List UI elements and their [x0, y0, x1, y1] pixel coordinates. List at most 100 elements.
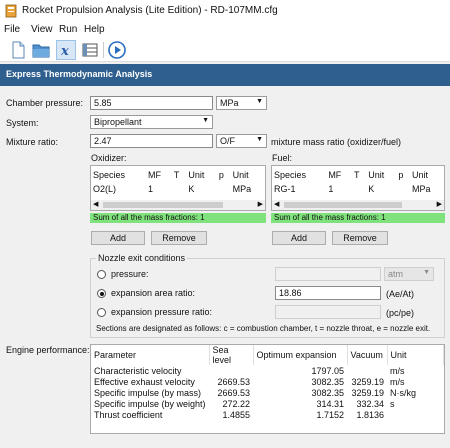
system-select[interactable]: Bipropellant ▼: [90, 115, 213, 129]
formula-icon[interactable]: x: [56, 40, 76, 60]
cell-unit: K: [188, 184, 195, 194]
column-header: p: [218, 170, 224, 180]
cell-unit: N·s/kg: [390, 387, 417, 398]
cell-unit: m/s: [390, 365, 405, 376]
exit-pressure-input[interactable]: [275, 267, 381, 281]
window-title: Rocket Propulsion Analysis (Lite Edition…: [22, 5, 278, 16]
cell-parameter: Characteristic velocity: [94, 365, 182, 376]
cell-sea-level: [209, 365, 253, 376]
cell-vacuum: [347, 365, 387, 376]
cell-t: [172, 182, 186, 196]
table-row[interactable]: Effective exhaust velocity 2669.53 3082.…: [91, 376, 444, 387]
cell-unit: [387, 409, 444, 420]
cell-species: O2(L): [93, 184, 117, 194]
nozzle-title: Nozzle exit conditions: [96, 253, 188, 263]
pressure-radio[interactable]: [97, 270, 106, 279]
mixture-unit-select[interactable]: O/F ▼: [216, 134, 267, 148]
fuel-add-button[interactable]: Add: [272, 231, 326, 245]
column-header: Vacuum: [347, 345, 388, 365]
pressure-unit-select[interactable]: MPa ▼: [216, 96, 267, 110]
mixture-description: mixture mass ratio (oxidizer/fuel): [271, 137, 402, 147]
scroll-right-icon[interactable]: ▶: [258, 200, 263, 208]
pressure-ratio-radio[interactable]: [97, 308, 106, 317]
chamber-pressure-label: Chamber pressure:: [6, 98, 84, 108]
column-header: MF: [147, 170, 161, 180]
area-ratio-option-label: expansion area ratio:: [111, 288, 196, 298]
mixture-ratio-input[interactable]: 2.47: [90, 134, 213, 148]
cell-unit: s: [390, 398, 395, 409]
table-row[interactable]: Specific impulse (by mass) 2669.53 3082.…: [91, 387, 444, 398]
table-row[interactable]: Characteristic velocity 1797.05 m/s: [91, 365, 444, 376]
column-header: Unit: [412, 170, 429, 180]
cell-unit: m/s: [390, 376, 405, 387]
area-ratio-input[interactable]: 18.86: [275, 286, 381, 300]
mixture-unit-value: O/F: [220, 136, 235, 146]
toolbar: x: [0, 38, 450, 62]
exit-pressure-unit-select[interactable]: atm ▼: [384, 267, 434, 281]
title-bar: Rocket Propulsion Analysis (Lite Edition…: [0, 0, 450, 22]
cell-optimum: 1.7152: [316, 409, 344, 420]
section-header: Express Thermodynamic Analysis: [0, 64, 450, 86]
table-header-row: Parameter Sea level Optimum expansion Va…: [91, 345, 444, 365]
column-header: Unit: [368, 170, 385, 180]
table-header-row: Species MF T Unit p Unit: [91, 168, 265, 182]
new-file-icon[interactable]: [8, 40, 28, 60]
app-rocket-icon: [5, 4, 17, 18]
cell-vacuum: 3259.19: [351, 376, 384, 387]
scroll-thumb[interactable]: [284, 202, 402, 208]
fuel-table[interactable]: Species MF T Unit p Unit RG-1 1 K MPa ◀ …: [271, 165, 445, 211]
oxidizer-add-button[interactable]: Add: [91, 231, 145, 245]
cell-sea-level: 1.4855: [222, 409, 250, 420]
column-header: Parameter: [91, 345, 210, 365]
table-row[interactable]: RG-1 1 K MPa: [272, 182, 444, 196]
horizontal-scrollbar[interactable]: ◀ ▶: [91, 200, 265, 210]
oxidizer-table[interactable]: Species MF T Unit p Unit O2(L) 1 K MPa ◀…: [90, 165, 266, 211]
oxidizer-status: Sum of all the mass fractions: 1: [90, 213, 266, 223]
menu-run[interactable]: Run: [59, 24, 77, 35]
menu-file[interactable]: File: [4, 24, 20, 35]
pressure-ratio-suffix: (pc/pe): [386, 308, 415, 318]
open-folder-icon[interactable]: [31, 40, 51, 60]
scroll-thumb[interactable]: [103, 202, 223, 208]
scroll-right-icon[interactable]: ▶: [437, 200, 442, 208]
area-ratio-radio[interactable]: [97, 289, 106, 298]
scroll-left-icon[interactable]: ◀: [93, 200, 98, 208]
cell-p: [396, 182, 410, 196]
column-header: Unit: [188, 170, 205, 180]
cell-mf: 1: [147, 184, 153, 194]
cell-parameter: Thrust coefficient: [94, 409, 163, 420]
run-icon[interactable]: [107, 40, 127, 60]
chamber-pressure-input[interactable]: 5.85: [90, 96, 213, 110]
table-header-row: Species MF T Unit p Unit: [272, 168, 444, 182]
cell-mf: 1: [328, 184, 334, 194]
oxidizer-remove-button[interactable]: Remove: [151, 231, 207, 245]
area-ratio-suffix: (Ae/At): [386, 289, 415, 299]
cell-unit: MPa: [232, 184, 252, 194]
chevron-down-icon: ▼: [256, 98, 263, 105]
horizontal-scrollbar[interactable]: ◀ ▶: [272, 200, 444, 210]
pressure-ratio-option-label: expansion pressure ratio:: [111, 307, 213, 317]
fuel-remove-button[interactable]: Remove: [332, 231, 388, 245]
table-icon[interactable]: [80, 40, 100, 60]
fuel-status: Sum of all the mass fractions: 1: [271, 213, 445, 223]
table-row[interactable]: Specific impulse (by weight) 272.22 314.…: [91, 398, 444, 409]
pressure-ratio-input[interactable]: [275, 305, 381, 319]
menu-help[interactable]: Help: [84, 24, 105, 35]
cell-optimum: 3082.35: [311, 376, 344, 387]
column-header: MF: [328, 170, 342, 180]
fuel-label: Fuel:: [272, 153, 293, 163]
performance-table[interactable]: Parameter Sea level Optimum expansion Va…: [90, 344, 445, 434]
cell-unit: K: [368, 184, 375, 194]
menu-view[interactable]: View: [31, 24, 53, 35]
column-header: Sea level: [209, 345, 254, 365]
cell-parameter: Specific impulse (by weight): [94, 398, 206, 409]
column-header: Optimum expansion: [253, 345, 348, 365]
cell-t: [352, 182, 366, 196]
table-row[interactable]: Thrust coefficient 1.4855 1.7152 1.8136: [91, 409, 444, 420]
table-row[interactable]: O2(L) 1 K MPa: [91, 182, 265, 196]
scroll-left-icon[interactable]: ◀: [274, 200, 279, 208]
column-header: p: [398, 170, 404, 180]
cell-species: RG-1: [274, 184, 296, 194]
cell-vacuum: 3259.19: [351, 387, 384, 398]
cell-sea-level: 272.22: [222, 398, 250, 409]
